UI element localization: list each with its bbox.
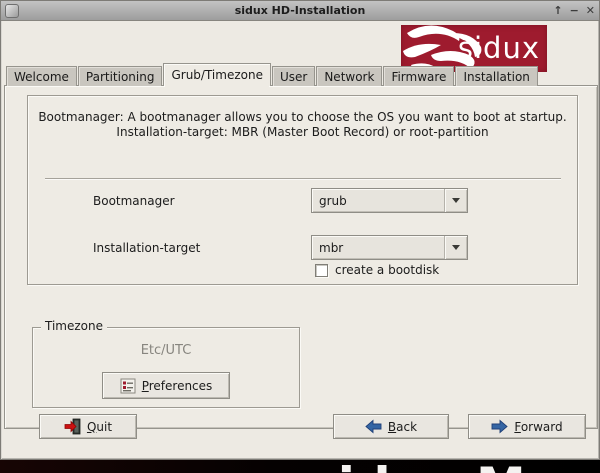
create-bootdisk-label: create a bootdisk — [335, 263, 439, 277]
bootmanager-select-arrow[interactable] — [444, 189, 467, 212]
bootmanager-select-value: grub — [312, 194, 444, 208]
quit-button[interactable]: Quit — [39, 414, 137, 439]
back-mnemonic: B — [388, 420, 396, 434]
tab-welcome[interactable]: Welcome — [6, 66, 77, 86]
tab-grub-timezone[interactable]: Grub/Timezone — [163, 63, 271, 86]
tab-user[interactable]: User — [272, 66, 315, 86]
window-app-icon — [5, 4, 19, 18]
desktop-background-strip: sidux Moros — [0, 460, 600, 473]
wallpaper-partial-text: sidux Moros — [308, 461, 600, 473]
timezone-legend: Timezone — [41, 319, 107, 333]
preferences-label-rest: references — [149, 379, 213, 393]
tab-installation[interactable]: Installation — [455, 66, 537, 86]
forward-label-rest: orward — [521, 420, 563, 434]
forward-arrow-icon — [491, 419, 508, 434]
close-window-icon[interactable]: ✕ — [586, 1, 595, 21]
back-arrow-icon — [365, 419, 382, 434]
tab-network[interactable]: Network — [316, 66, 382, 86]
quit-label-rest: uit — [96, 420, 112, 434]
installer-tabbar: Welcome Partitioning Grub/Timezone User … — [6, 63, 539, 86]
installation-target-label: Installation-target — [93, 241, 200, 255]
quit-mnemonic: Q — [87, 420, 96, 434]
minimize-window-icon[interactable]: − — [570, 1, 579, 21]
forward-button[interactable]: Forward — [468, 414, 586, 439]
preferences-icon — [120, 378, 136, 394]
bootmanager-select[interactable]: grub — [311, 188, 468, 213]
installation-target-select-value: mbr — [312, 241, 444, 255]
back-button[interactable]: Back — [333, 414, 449, 439]
bootmanager-info-line2: Installation-target: MBR (Master Boot Re… — [28, 125, 577, 139]
grub-timezone-page: Bootmanager: A bootmanager allows you to… — [4, 85, 598, 429]
shade-window-icon[interactable]: ↑ — [553, 1, 562, 21]
bootmanager-info-line1: Bootmanager: A bootmanager allows you to… — [28, 110, 577, 124]
sidux-logo-text: sidux — [458, 31, 540, 65]
separator — [45, 178, 561, 180]
installation-target-select[interactable]: mbr — [311, 235, 468, 260]
tab-partitioning[interactable]: Partitioning — [78, 66, 163, 86]
timezone-value: Etc/UTC — [33, 343, 299, 358]
timezone-preferences-button[interactable]: Preferences — [102, 372, 230, 399]
window-title: sidux HD-Installation — [1, 4, 599, 17]
bootmanager-frame: Bootmanager: A bootmanager allows you to… — [27, 95, 578, 285]
installation-target-select-arrow[interactable] — [444, 236, 467, 259]
chevron-down-icon — [452, 198, 460, 203]
back-label-rest: ack — [396, 420, 417, 434]
desktop-screen: sidux HD-Installation ↑ − ✕ sidux — [0, 0, 600, 473]
bootdisk-checkrow: create a bootdisk — [315, 263, 439, 277]
chevron-down-icon — [452, 245, 460, 250]
bootmanager-label: Bootmanager — [93, 194, 175, 208]
titlebar[interactable]: sidux HD-Installation ↑ − ✕ — [1, 1, 599, 21]
tab-firmware[interactable]: Firmware — [383, 66, 454, 86]
quit-exit-icon — [64, 418, 81, 435]
timezone-frame: Timezone Etc/UTC Preferences — [32, 327, 300, 408]
installer-window: sidux HD-Installation ↑ − ✕ sidux — [0, 0, 600, 460]
create-bootdisk-checkbox[interactable] — [315, 264, 328, 277]
preferences-mnemonic: P — [142, 379, 149, 393]
